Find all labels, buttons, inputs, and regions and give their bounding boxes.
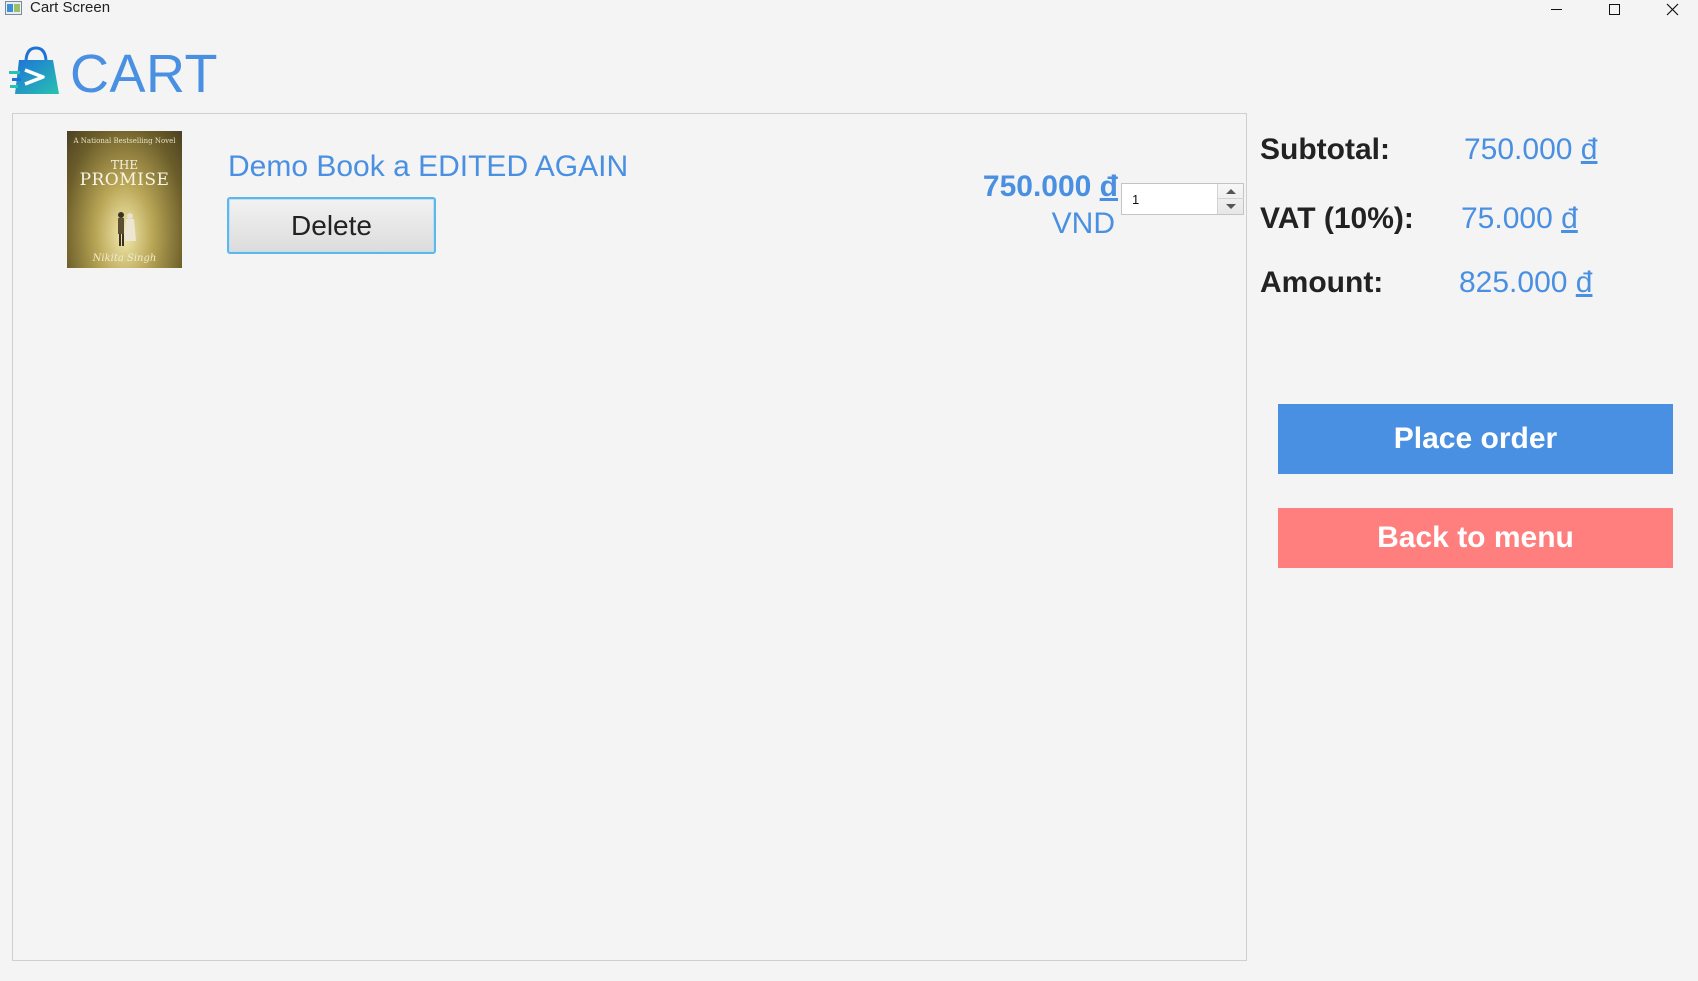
minimize-button[interactable] bbox=[1533, 0, 1579, 18]
window-title: Cart Screen bbox=[30, 0, 111, 16]
quantity-input[interactable] bbox=[1122, 184, 1217, 214]
item-price-currency-symbol: đ bbox=[1099, 170, 1118, 203]
item-price-amount: 750.000 bbox=[982, 170, 1100, 203]
place-order-button[interactable]: Place order bbox=[1278, 404, 1673, 474]
title-bar: Cart Screen bbox=[0, 0, 1698, 24]
app-icon bbox=[5, 1, 22, 15]
minimize-icon bbox=[1550, 8, 1562, 10]
cart-items-panel[interactable]: A National Bestselling Novel THE PROMISE… bbox=[12, 113, 1247, 961]
subtotal-value: 750.000 đ bbox=[1464, 133, 1597, 167]
amount-value: 825.000 đ bbox=[1459, 266, 1592, 300]
cover-author-text: Nikita Singh bbox=[92, 253, 157, 264]
quantity-increment-button[interactable] bbox=[1218, 184, 1244, 199]
item-price: 750.000 đ bbox=[863, 170, 1118, 204]
shopping-bag-icon bbox=[9, 46, 59, 94]
chevron-down-icon bbox=[1226, 204, 1236, 209]
close-icon bbox=[1666, 3, 1678, 15]
maximize-icon bbox=[1608, 3, 1620, 15]
vat-value: 75.000 đ bbox=[1461, 202, 1578, 236]
close-button[interactable] bbox=[1649, 0, 1695, 18]
vat-currency-symbol: đ bbox=[1561, 202, 1578, 235]
quantity-decrement-button[interactable] bbox=[1218, 199, 1244, 214]
delete-button[interactable]: Delete bbox=[227, 197, 436, 254]
page-title: CART bbox=[70, 44, 219, 104]
vat-amount: 75.000 bbox=[1461, 202, 1562, 235]
cart-window: Cart Screen CART A National Bestselling … bbox=[0, 0, 1698, 981]
vat-label: VAT (10%): bbox=[1260, 202, 1414, 235]
subtotal-label: Subtotal: bbox=[1260, 133, 1390, 166]
cover-title-text: PROMISE bbox=[79, 170, 170, 190]
maximize-button[interactable] bbox=[1591, 0, 1637, 18]
quantity-stepper[interactable] bbox=[1121, 183, 1244, 215]
amount-currency-symbol: đ bbox=[1575, 266, 1593, 299]
item-title: Demo Book a EDITED AGAIN bbox=[228, 150, 629, 183]
subtotal-amount: 750.000 bbox=[1464, 133, 1581, 166]
item-currency: VND bbox=[1051, 207, 1115, 240]
book-cover-image: A National Bestselling Novel THE PROMISE… bbox=[67, 131, 182, 268]
back-to-menu-button[interactable]: Back to menu bbox=[1278, 508, 1673, 568]
chevron-up-icon bbox=[1226, 188, 1236, 194]
cover-figures-illustration bbox=[118, 212, 136, 246]
quantity-arrows bbox=[1217, 184, 1244, 214]
subtotal-currency-symbol: đ bbox=[1580, 133, 1598, 166]
amount-amount: 825.000 bbox=[1459, 266, 1576, 299]
cover-top-text: A National Bestselling Novel bbox=[73, 137, 176, 145]
amount-label: Amount: bbox=[1260, 266, 1384, 299]
